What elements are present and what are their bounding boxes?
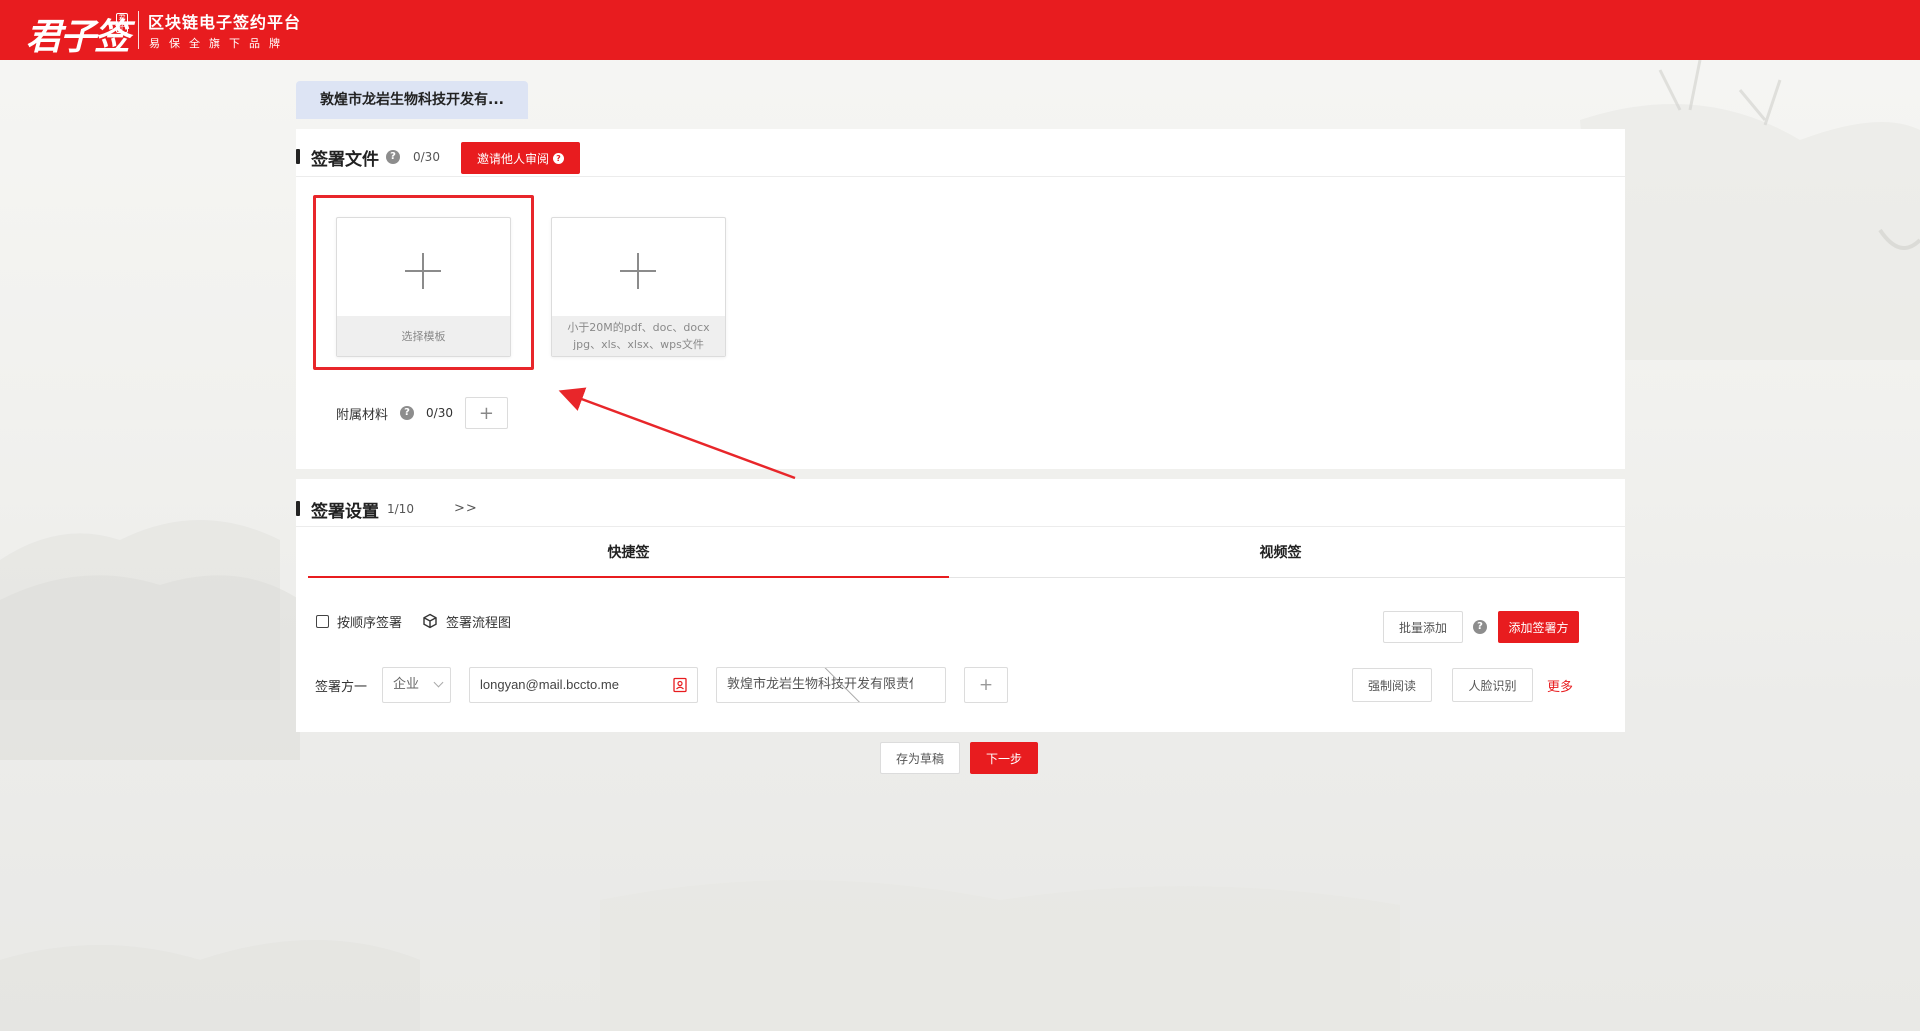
sequential-sign-label[interactable]: 按顺序签署 <box>337 612 402 631</box>
sign-settings-count: 1/10 <box>387 502 414 516</box>
footer-actions: 存为草稿 下一步 <box>880 742 1038 774</box>
sign-mode-tabs: 快捷签 视频签 <box>308 528 1625 578</box>
logo-seal: 君子 <box>116 13 128 33</box>
plus-icon <box>405 253 441 289</box>
help-icon[interactable]: ? <box>553 152 564 164</box>
attachments-count: 0/30 <box>426 406 453 420</box>
face-recognition-button[interactable]: 人脸识别 <box>1452 668 1533 702</box>
chevron-down-icon <box>433 677 444 688</box>
help-icon[interactable]: ? <box>1473 620 1487 634</box>
add-signer-button[interactable]: 添加签署方 <box>1498 611 1579 643</box>
signer-email-input[interactable]: longyan@mail.bccto.me <box>469 667 698 703</box>
sequential-sign-checkbox[interactable] <box>316 614 329 628</box>
signer-label: 签署方一 <box>315 680 368 695</box>
brand-subtagline: 易保全旗下品牌 <box>149 37 289 50</box>
next-step-button[interactable]: 下一步 <box>970 742 1038 774</box>
add-signer-detail-button[interactable]: + <box>964 667 1008 703</box>
expand-arrow[interactable]: >> <box>454 501 478 516</box>
signer-company-select[interactable]: 敦煌市龙岩生物科技开发有限责任 <box>716 667 946 703</box>
upload-file-caption: 小于20M的pdf、doc、docx jpg、xls、xlsx、wps文件 <box>552 316 725 356</box>
signer-type-select[interactable]: 企业 <box>382 667 451 703</box>
sign-files-count: 0/30 <box>413 150 440 164</box>
flow-chart-label[interactable]: 签署流程图 <box>446 612 511 631</box>
sign-settings-panel: 签署设置 1/10 >> 快捷签 视频签 按顺序签署 签署流程图 批量添加 ? … <box>296 479 1625 732</box>
sign-files-panel: 签署文件 ? 0/30 邀请他人审阅 ? 选择模板 小于20M的pdf、doc、… <box>296 129 1625 469</box>
signer-company-value: 敦煌市龙岩生物科技开发有限责任 <box>727 677 913 692</box>
upload-caption-line1: 小于20M的pdf、doc、docx <box>567 321 710 334</box>
more-link[interactable]: 更多 <box>1547 676 1573 695</box>
sign-settings-title: 签署设置 <box>311 502 379 522</box>
brand-tagline: 区块链电子签约平台 <box>148 13 302 32</box>
cube-icon[interactable] <box>422 613 438 629</box>
select-template-card[interactable]: 选择模板 <box>336 217 511 357</box>
top-header-bar: 君子签 君子 区块链电子签约平台 易保全旗下品牌 <box>0 0 1920 60</box>
sign-options-row: 按顺序签署 签署流程图 <box>316 611 511 631</box>
upload-caption-line2: jpg、xls、xlsx、wps文件 <box>573 338 704 351</box>
company-tab[interactable]: 敦煌市龙岩生物科技开发有... <box>296 81 528 119</box>
upload-file-card[interactable]: 小于20M的pdf、doc、docx jpg、xls、xlsx、wps文件 <box>551 217 726 357</box>
select-template-caption: 选择模板 <box>337 316 510 356</box>
sign-files-title: 签署文件 <box>311 150 379 170</box>
signer-row: 签署方一 企业 longyan@mail.bccto.me 敦煌市龙岩生物科技开… <box>315 667 1615 703</box>
tab-quick-sign[interactable]: 快捷签 <box>308 528 949 578</box>
save-draft-button[interactable]: 存为草稿 <box>880 742 960 774</box>
invite-review-button[interactable]: 邀请他人审阅 ? <box>461 142 580 174</box>
add-attachment-button[interactable]: + <box>464 397 508 429</box>
sign-settings-header: 签署设置 1/10 >> <box>296 479 1625 527</box>
logo-divider <box>138 11 139 49</box>
batch-add-button[interactable]: 批量添加 <box>1383 611 1463 643</box>
help-icon[interactable]: ? <box>400 406 415 420</box>
section-marker <box>296 501 300 516</box>
tab-video-sign[interactable]: 视频签 <box>960 528 1601 578</box>
plus-icon <box>620 253 656 289</box>
sign-files-header: 签署文件 ? 0/30 邀请他人审阅 ? <box>296 129 1625 177</box>
section-marker <box>296 149 300 164</box>
invite-review-label: 邀请他人审阅 <box>476 151 549 166</box>
signer-email-value: longyan@mail.bccto.me <box>480 677 619 692</box>
brand-logo[interactable]: 君子签 <box>26 8 130 60</box>
force-read-button[interactable]: 强制阅读 <box>1352 668 1432 702</box>
help-icon[interactable]: ? <box>386 150 400 164</box>
contact-book-icon[interactable] <box>672 677 688 693</box>
attachments-row: 附属材料 ? 0/30 + <box>336 397 508 429</box>
attachments-label: 附属材料 <box>336 407 389 423</box>
signer-type-value: 企业 <box>393 677 420 692</box>
